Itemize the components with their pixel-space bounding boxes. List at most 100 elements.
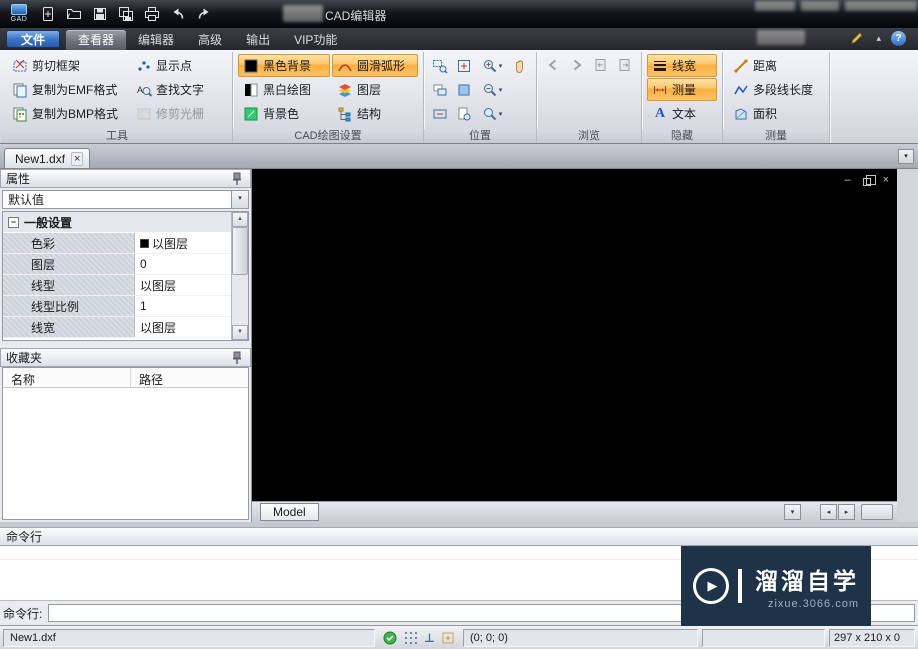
new-file-button[interactable] [36, 2, 60, 26]
zoom-in-button[interactable]: ▾ [477, 55, 507, 77]
structure-icon [337, 106, 353, 122]
doc-close-icon[interactable]: × [883, 175, 889, 186]
zoom-out-button[interactable]: ▾ [477, 79, 507, 101]
tab-vip[interactable]: VIP功能 [282, 30, 349, 50]
minimize-ribbon-button[interactable]: ▴ [876, 33, 881, 43]
app-logo[interactable]: GAD [4, 1, 34, 27]
save-button[interactable] [88, 2, 112, 26]
zoom-all-button[interactable]: ▾ [477, 103, 507, 125]
pin-icon[interactable] [229, 350, 245, 366]
pin-icon[interactable] [229, 171, 245, 187]
group-title-position: 位置 [424, 129, 536, 143]
document-tab[interactable]: New1.dxf × [4, 148, 90, 168]
ortho-mode-icon[interactable]: ⊥ [424, 631, 435, 645]
background-color-button[interactable]: 背景色 [238, 102, 330, 125]
tab-advanced[interactable]: 高级 [186, 30, 234, 50]
zoom-window-button[interactable] [429, 55, 451, 77]
text-icon: A [652, 106, 668, 122]
watermark-brand: 溜溜自学 [755, 562, 859, 596]
tab-list-dropdown-button[interactable]: ▾ [898, 149, 914, 164]
bw-drawing-button[interactable]: 黑白绘图 [238, 78, 330, 101]
save-as-button[interactable] [114, 2, 138, 26]
area-button[interactable]: 面积 [728, 102, 824, 125]
measure-toggle-button[interactable]: 测量 [647, 78, 717, 101]
drawing-canvas[interactable]: – × [252, 169, 897, 501]
scroll-down-icon[interactable]: ▼ [232, 325, 248, 340]
osnap-icon[interactable] [440, 630, 456, 646]
tab-viewer[interactable]: 查看器 [66, 30, 126, 50]
property-row-layer[interactable]: 图层 0 [3, 254, 231, 275]
help-button[interactable]: ? [891, 31, 906, 46]
grid-snap-icon[interactable] [403, 630, 419, 646]
panel-gap [0, 341, 251, 348]
chevron-down-icon: ▾ [904, 153, 908, 160]
open-file-button[interactable] [62, 2, 86, 26]
clip-frame-button[interactable]: 剪切框架 [7, 54, 129, 77]
drawing-area: – × Model ▾ ◂ ▸ [252, 169, 918, 522]
black-background-button[interactable]: 黑色背景 [238, 54, 330, 77]
show-points-button[interactable]: 显示点 [131, 54, 227, 77]
property-row-linetype-scale[interactable]: 线型比例 1 [3, 296, 231, 317]
status-file-section: New1.dxf [3, 629, 375, 647]
layout-dropdown-button[interactable]: ▾ [784, 504, 801, 520]
copy-as-bmp-button[interactable]: 复制为BMP格式 [7, 102, 129, 125]
property-row-lineweight[interactable]: 线宽 以图层 [3, 317, 231, 338]
zoom-page-button[interactable] [453, 103, 475, 125]
doc-restore-icon[interactable] [863, 178, 871, 186]
scroll-up-icon[interactable]: ▲ [232, 212, 248, 227]
browse-back-button[interactable] [542, 54, 564, 76]
browse-forward-button[interactable] [566, 54, 588, 76]
undo-button[interactable] [166, 2, 190, 26]
pan-button[interactable] [509, 55, 531, 77]
tab-editor[interactable]: 编辑器 [126, 30, 186, 50]
combo-dropdown-icon[interactable]: ▾ [231, 191, 248, 208]
trim-raster-button[interactable]: 修剪光栅 [131, 102, 227, 125]
layers-button[interactable]: 图层 [332, 78, 418, 101]
clip-frame-icon [12, 58, 28, 74]
print-button[interactable] [140, 2, 164, 26]
undo-icon [169, 5, 187, 23]
polyline-length-icon [733, 82, 749, 98]
zoom-selection-icon [456, 82, 472, 98]
redo-button[interactable] [192, 2, 216, 26]
zoom-selection-button[interactable] [453, 79, 475, 101]
zoom-scale-button[interactable] [429, 103, 451, 125]
layout-scroll-left-button[interactable]: ◂ [820, 504, 837, 520]
collapse-icon[interactable]: − [8, 217, 19, 228]
property-row-color[interactable]: 色彩 以图层 [3, 233, 231, 254]
dropdown-icon: ▾ [499, 62, 503, 70]
copy-as-emf-button[interactable]: 复制为EMF格式 [7, 78, 129, 101]
smooth-arc-button[interactable]: 圆滑弧形 [332, 54, 418, 77]
polyline-length-button[interactable]: 多段线长度 [728, 78, 824, 101]
property-row-linetype[interactable]: 线型 以图层 [3, 275, 231, 296]
layers-icon [337, 82, 353, 98]
properties-panel-header: 属性 [0, 169, 251, 188]
text-toggle-button[interactable]: A文本 [647, 102, 717, 125]
distance-button[interactable]: 距离 [728, 54, 824, 77]
lineweight-toggle-button[interactable]: 线宽 [647, 54, 717, 77]
file-menu-button[interactable]: 文件 [6, 30, 60, 48]
tab-output[interactable]: 输出 [234, 30, 282, 50]
find-text-icon: A [136, 82, 152, 98]
layout-scroll-right-button[interactable]: ▸ [838, 504, 855, 520]
scrollbar-thumb[interactable] [232, 227, 248, 275]
model-tab[interactable]: Model [260, 503, 319, 521]
structure-button[interactable]: 结构 [332, 102, 418, 125]
zoom-extents-button[interactable] [453, 55, 475, 77]
zoom-previous-button[interactable] [429, 79, 451, 101]
quick-edit-button[interactable] [848, 29, 866, 47]
preset-combobox[interactable]: 默认值 ▾ [2, 190, 249, 209]
layers-label: 图层 [357, 81, 381, 98]
status-ok-icon[interactable] [382, 630, 398, 646]
view-previous-button[interactable] [590, 54, 612, 76]
favorites-column-path[interactable]: 路径 [131, 368, 248, 387]
doc-minimize-icon[interactable]: – [844, 175, 850, 186]
property-group-row[interactable]: − 一般设置 [3, 212, 231, 233]
view-next-button[interactable] [614, 54, 636, 76]
find-text-button[interactable]: A查找文字 [131, 78, 227, 101]
forward-arrow-icon [569, 57, 585, 73]
layout-scrollbar-thumb[interactable] [861, 504, 893, 520]
tab-close-icon[interactable]: × [71, 152, 83, 166]
favorites-column-name[interactable]: 名称 [3, 368, 131, 387]
property-grid-scrollbar[interactable]: ▲ ▼ [231, 212, 248, 340]
